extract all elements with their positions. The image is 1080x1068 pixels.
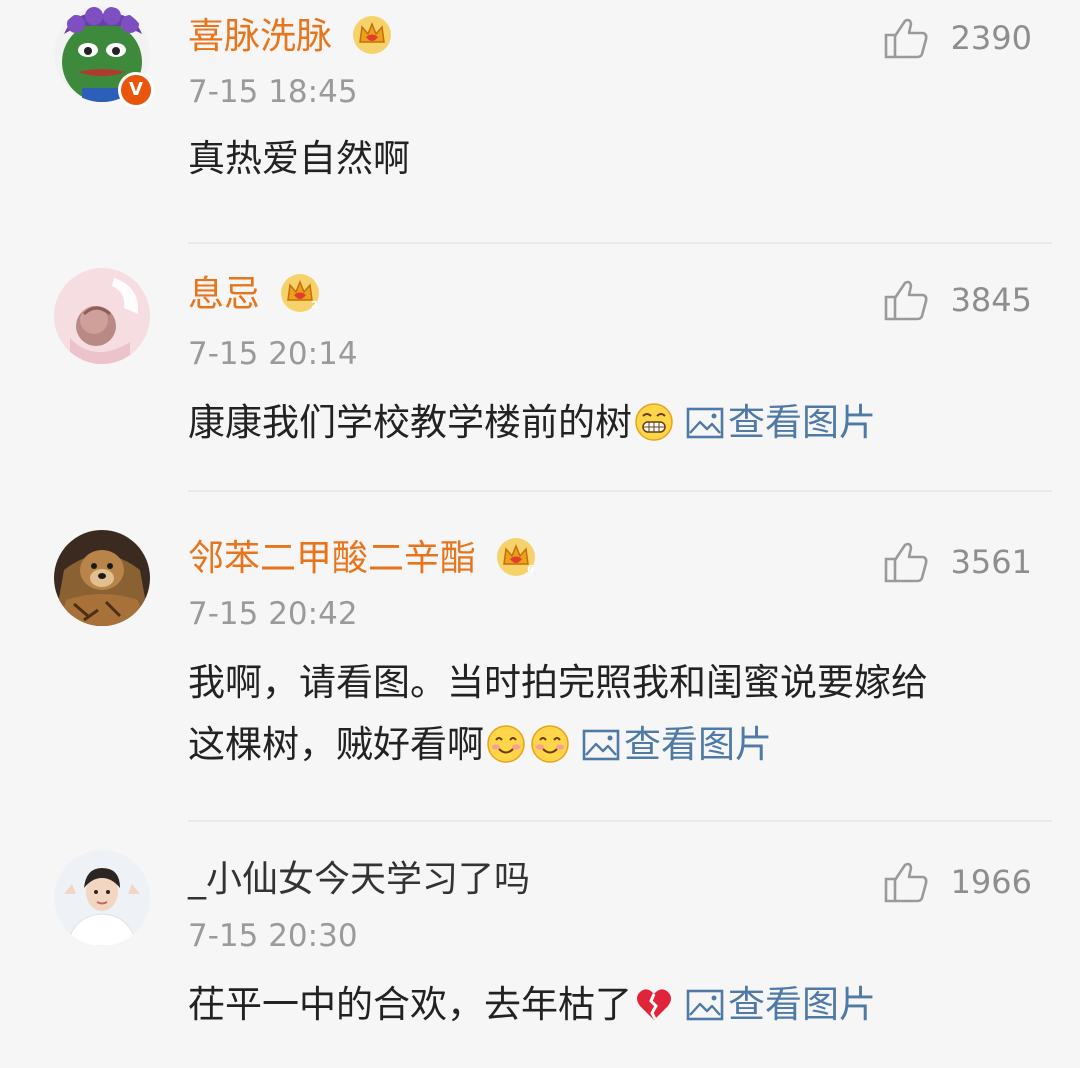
avatar[interactable] <box>54 850 150 946</box>
like-count: 3845 <box>950 281 1032 319</box>
grin-emoji <box>635 403 673 441</box>
comment-text: 我啊，请看图。当时拍完照我和闺蜜说要嫁给 这棵树，贼好看啊 查看图片 <box>188 652 1034 776</box>
like-button[interactable]: 3561 <box>883 540 1032 584</box>
vip-crown-icon: 2 <box>281 274 320 312</box>
comment-text: 真热爱自然啊 <box>188 128 1034 190</box>
username[interactable]: 邻苯二甲酸二辛酯 6 <box>188 536 537 581</box>
svg-text:6: 6 <box>527 564 534 575</box>
like-count: 1966 <box>950 863 1032 901</box>
thumbs-up-icon <box>884 542 928 583</box>
smile-emoji <box>487 725 525 763</box>
username-text[interactable]: 喜脉洗脉 <box>188 16 332 57</box>
thumbs-up-icon <box>884 280 928 321</box>
like-button[interactable]: 2390 <box>883 16 1032 60</box>
username-text[interactable]: _小仙女今天学习了吗 <box>188 859 530 900</box>
picture-icon <box>582 729 620 761</box>
comment-text-line: 我啊，请看图。当时拍完照我和闺蜜说要嫁给 <box>188 661 928 704</box>
comment-text-content: 真热爱自然啊 <box>188 137 410 180</box>
view-pictures-text[interactable]: 查看图片 <box>624 723 772 766</box>
comment-time: 7-15 20:42 <box>188 596 358 632</box>
comment-time: 7-15 20:14 <box>188 336 358 372</box>
vip-crown-icon: 6 <box>497 538 536 576</box>
comment-text: 康康我们学校教学楼前的树 查看图片 <box>188 392 1034 454</box>
like-count: 3561 <box>950 543 1032 581</box>
username[interactable]: 喜脉洗脉 <box>188 14 393 59</box>
view-pictures-text[interactable]: 查看图片 <box>728 401 876 444</box>
vip-crown-icon <box>353 16 392 54</box>
view-pictures-link[interactable]: 查看图片 <box>686 401 876 444</box>
comment-text-line: 这棵树，贼好看啊 查看图片 <box>188 714 1034 776</box>
smile-emoji <box>531 725 569 763</box>
comment-text: 茌平一中的合欢，去年枯了 查看图片 <box>188 974 1034 1036</box>
like-button[interactable]: 3845 <box>883 278 1032 322</box>
view-pictures-link[interactable]: 查看图片 <box>582 723 772 766</box>
avatar[interactable] <box>54 530 150 626</box>
comment-item: V 喜脉洗脉 7-15 18:45 2390 真热爱自然啊 <box>0 0 1080 240</box>
svg-text:2: 2 <box>311 300 318 311</box>
thumbs-up-icon <box>884 862 928 903</box>
username-text[interactable]: 息忌 <box>188 274 260 315</box>
like-count: 2390 <box>950 19 1032 57</box>
view-pictures-link[interactable]: 查看图片 <box>686 983 876 1026</box>
comment-time: 7-15 18:45 <box>188 74 358 110</box>
avatar[interactable] <box>54 268 150 364</box>
comment-time: 7-15 20:30 <box>188 918 358 954</box>
comment-item: _小仙女今天学习了吗 7-15 20:30 1966 茌平一中的合欢，去年枯了 … <box>0 822 1080 1068</box>
verified-badge: V <box>118 72 154 108</box>
picture-icon <box>686 989 724 1021</box>
like-button[interactable]: 1966 <box>883 860 1032 904</box>
username[interactable]: _小仙女今天学习了吗 <box>188 858 530 902</box>
username-text[interactable]: 邻苯二甲酸二辛酯 <box>188 538 476 579</box>
view-pictures-text[interactable]: 查看图片 <box>728 983 876 1026</box>
comment-item: 邻苯二甲酸二辛酯 6 7-15 20:42 3561 我啊，请看图。当时拍完照我… <box>0 492 1080 804</box>
broken-heart-emoji <box>637 989 671 1020</box>
username[interactable]: 息忌 2 <box>188 272 321 317</box>
comment-text-content: 康康我们学校教学楼前的树 <box>188 401 632 444</box>
picture-icon <box>686 407 724 439</box>
comment-text-content: 茌平一中的合欢，去年枯了 <box>188 983 632 1026</box>
thumbs-up-icon <box>884 18 928 59</box>
comment-text-content: 这棵树，贼好看啊 <box>188 723 484 766</box>
comment-item: 息忌 2 7-15 20:14 3845 康康我们学校教学楼前的树 查看图片 <box>0 244 1080 488</box>
